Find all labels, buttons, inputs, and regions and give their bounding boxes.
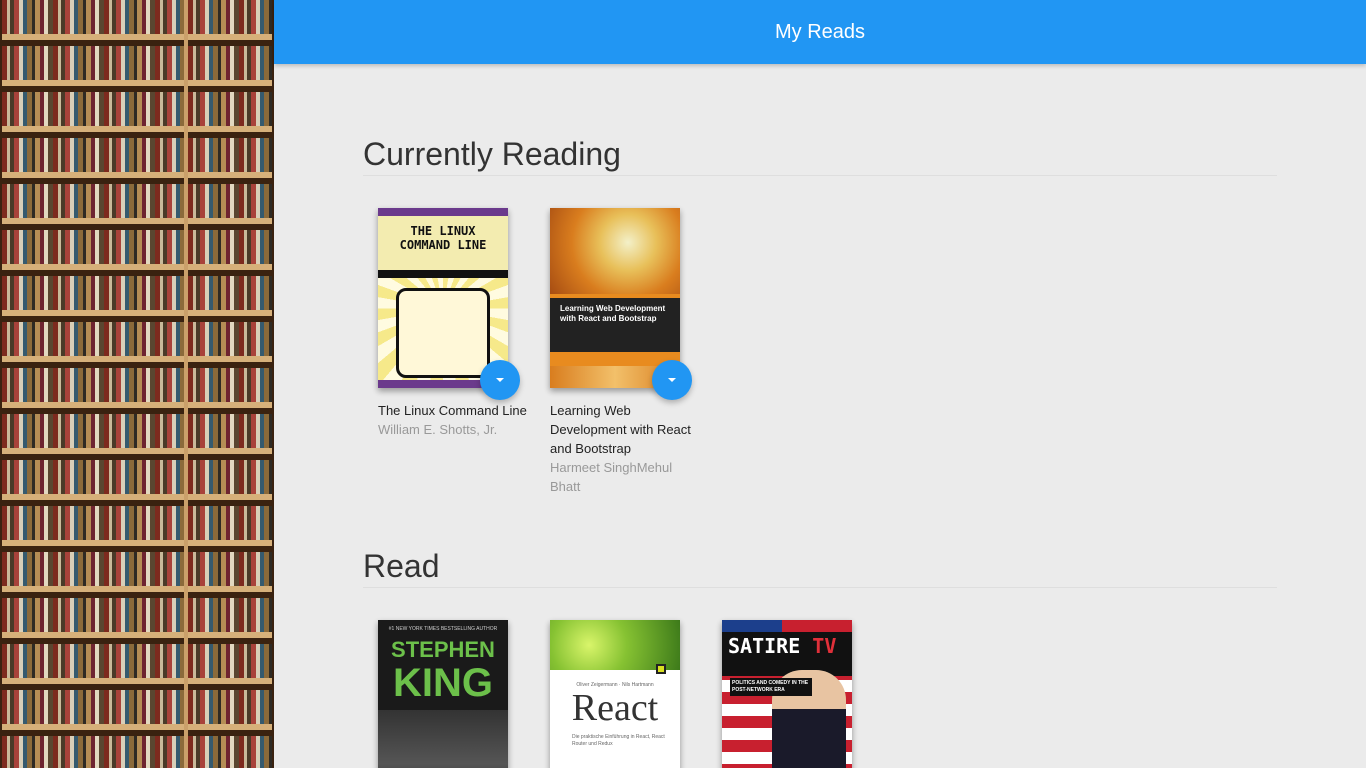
shelf-row bbox=[2, 230, 184, 270]
shelf-row bbox=[2, 552, 184, 592]
book-cover[interactable]: Oliver Zeigermann · Nils Hartmann React … bbox=[550, 620, 680, 768]
shelf-row bbox=[188, 506, 272, 546]
cover-stripe bbox=[550, 294, 680, 298]
cover-author-last: KING bbox=[393, 661, 493, 705]
shelf-title: Currently Reading bbox=[363, 136, 1277, 176]
book-authors: William E. Shotts, Jr. bbox=[378, 422, 498, 437]
main-content: Currently Reading THE LINUX COMMAND LINE… bbox=[274, 64, 1366, 768]
shelf-row bbox=[188, 552, 272, 592]
shelf-row bbox=[2, 736, 184, 768]
book-authors: Harmeet SinghMehul Bhatt bbox=[550, 460, 673, 494]
shelf-row bbox=[2, 690, 184, 730]
shelf-row bbox=[188, 322, 272, 362]
shelf-row bbox=[188, 92, 272, 132]
shelf-row bbox=[188, 138, 272, 178]
shelf-row bbox=[188, 230, 272, 270]
publisher-logo bbox=[656, 664, 666, 674]
chevron-down-icon bbox=[496, 378, 504, 382]
shelf-title: Read bbox=[363, 548, 1277, 588]
shelf-changer-button[interactable] bbox=[480, 360, 520, 400]
shelf-row bbox=[2, 506, 184, 546]
shelf-row bbox=[2, 598, 184, 638]
shelf-row bbox=[188, 368, 272, 408]
shelf-row bbox=[188, 460, 272, 500]
shelf-row bbox=[2, 644, 184, 684]
book-cover[interactable]: Learning Web Development with React and … bbox=[550, 208, 680, 388]
shelf-row bbox=[188, 598, 272, 638]
shelf-row bbox=[2, 0, 184, 40]
shelf-row bbox=[2, 46, 184, 86]
book-title: The Linux Command Line bbox=[378, 403, 527, 418]
cover-title-tv: TV bbox=[812, 634, 837, 658]
cover-title: THE LINUX COMMAND LINE bbox=[399, 224, 487, 252]
app-title: My Reads bbox=[774, 20, 866, 43]
shelf-row bbox=[2, 460, 184, 500]
shelf-row bbox=[2, 276, 184, 316]
book-cover[interactable]: SATIRE TV POLITICS AND COMEDY IN THE POS… bbox=[722, 620, 852, 768]
cover-author-first: STEPHEN bbox=[391, 637, 495, 662]
cover-subtitle: POLITICS AND COMEDY IN THE POST-NETWORK … bbox=[730, 678, 812, 696]
shelf-row bbox=[2, 92, 184, 132]
shelf-row bbox=[188, 46, 272, 86]
cover-title-main: SATIRE bbox=[728, 634, 801, 658]
shelf-row bbox=[188, 0, 272, 40]
cover-title: Learning Web Development with React and … bbox=[560, 304, 666, 323]
cover-art bbox=[550, 620, 680, 670]
shelf-row bbox=[188, 736, 272, 768]
book-title-block: The Linux Command Line William E. Shotts… bbox=[378, 401, 528, 439]
shelf-row bbox=[2, 414, 184, 454]
bookshelf-column-left bbox=[2, 0, 184, 768]
cover-stripe bbox=[378, 270, 508, 278]
shelf-row bbox=[188, 184, 272, 224]
book-title-block: Learning Web Development with React and … bbox=[550, 401, 700, 496]
shelf-row bbox=[188, 276, 272, 316]
book-cover[interactable]: THE LINUX COMMAND LINE bbox=[378, 208, 508, 388]
shelf-read: Read #1 NEW YORK TIMES BESTSELLING AUTHO… bbox=[363, 548, 1277, 768]
book-cover[interactable]: #1 NEW YORK TIMES BESTSELLING AUTHOR STE… bbox=[378, 620, 508, 768]
cover-art bbox=[378, 710, 508, 768]
app-header: My Reads bbox=[274, 0, 1366, 64]
cover-title: React bbox=[571, 687, 659, 729]
shelf-row bbox=[188, 690, 272, 730]
cover-tagline: #1 NEW YORK TIMES BESTSELLING AUTHOR bbox=[388, 626, 498, 632]
shelf-currently-reading: Currently Reading THE LINUX COMMAND LINE… bbox=[363, 136, 1277, 494]
robot-illustration bbox=[396, 288, 490, 378]
bookshelf-background bbox=[0, 0, 274, 768]
cover-photo bbox=[550, 208, 680, 294]
cover-band bbox=[378, 208, 508, 216]
shelf-row bbox=[188, 644, 272, 684]
cover-title: SATIRE TV bbox=[728, 634, 836, 658]
book-title: Learning Web Development with React and … bbox=[550, 403, 691, 456]
shelf-row bbox=[188, 414, 272, 454]
chevron-down-icon bbox=[668, 378, 676, 382]
shelf-row bbox=[2, 368, 184, 408]
shelf-changer-button[interactable] bbox=[652, 360, 692, 400]
cover-subtitle: Die praktische Einführung in React, Reac… bbox=[572, 734, 665, 747]
shelf-row bbox=[2, 138, 184, 178]
bookshelf-column-right bbox=[188, 0, 272, 768]
shelf-row bbox=[2, 322, 184, 362]
shelf-row bbox=[2, 184, 184, 224]
